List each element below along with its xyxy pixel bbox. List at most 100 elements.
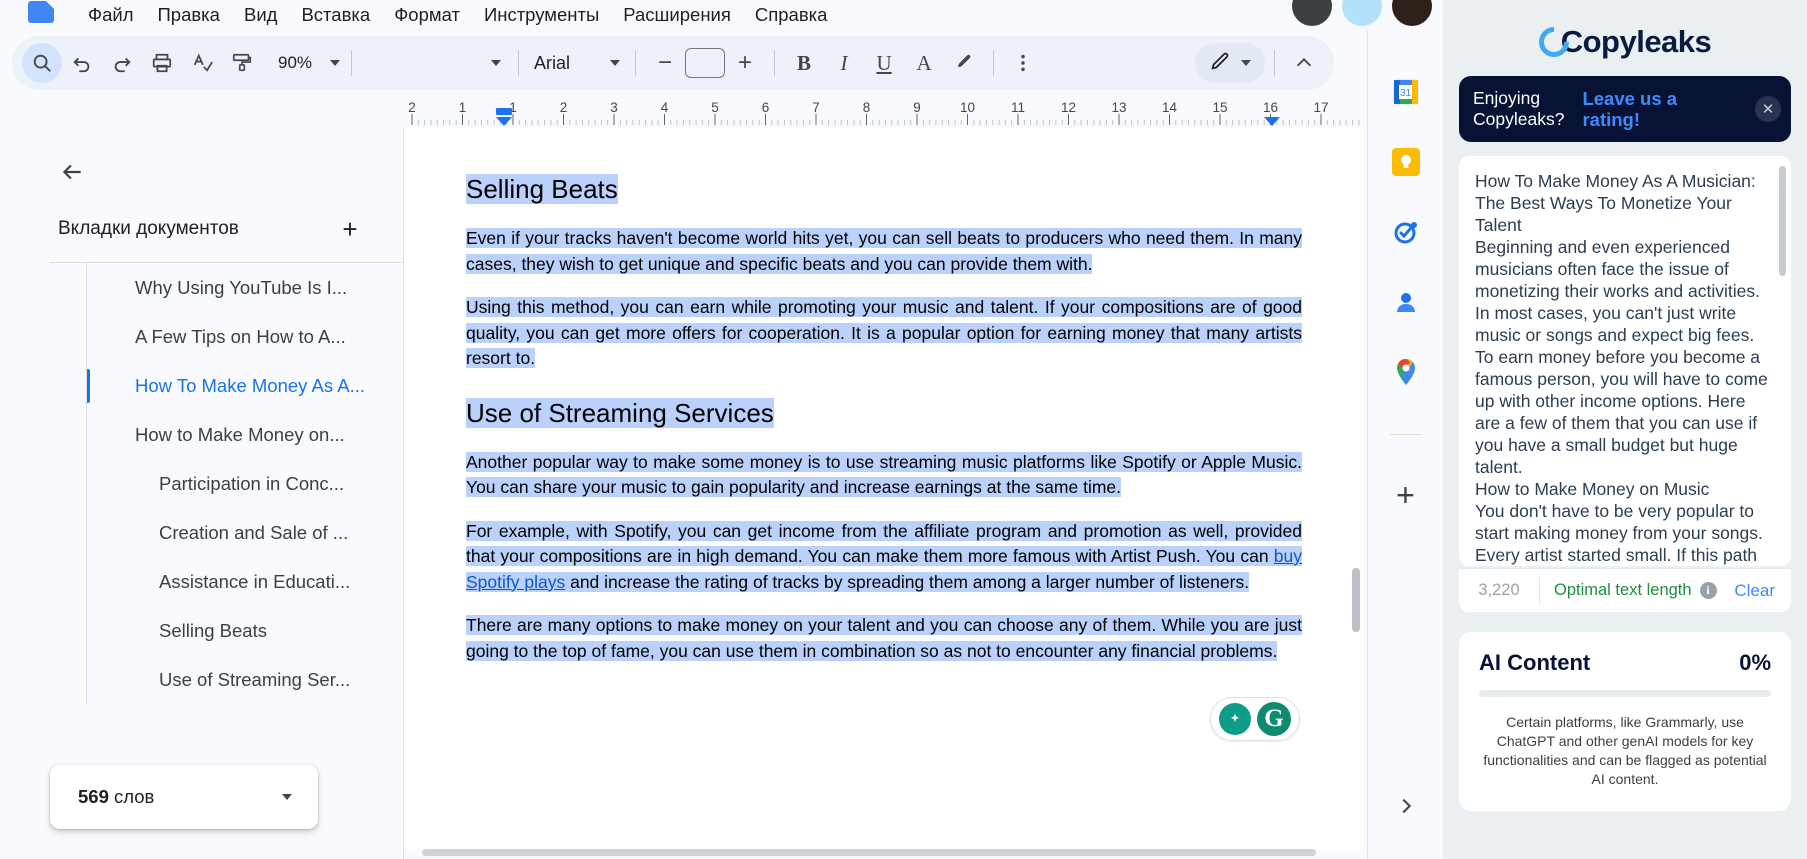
document-horizontal-scrollbar[interactable] bbox=[404, 847, 1364, 857]
grammarly-widget[interactable]: G bbox=[1210, 697, 1300, 741]
document-tab-label: Selling Beats bbox=[159, 619, 267, 641]
doc-paragraph-with-link: For example, with Spotify, you can get i… bbox=[466, 519, 1302, 596]
google-contacts-icon[interactable] bbox=[1388, 284, 1424, 320]
font-family-selector[interactable]: Arial bbox=[528, 45, 626, 81]
ruler-tick-label: 16 bbox=[1262, 100, 1279, 115]
divider bbox=[774, 50, 776, 76]
three-dots-vertical-icon[interactable] bbox=[1003, 43, 1043, 83]
document-tab-item[interactable]: Why Using YouTube Is I... bbox=[87, 263, 403, 312]
document-tabs-title: Вкладки документов bbox=[58, 218, 239, 239]
avatar[interactable] bbox=[1292, 0, 1332, 26]
document-tab-item[interactable]: Selling Beats bbox=[87, 606, 403, 655]
document-vertical-scrollbar[interactable] bbox=[1352, 568, 1360, 632]
doc-paragraph: Another popular way to make some money i… bbox=[466, 450, 1302, 501]
document-tab-label: Assistance in Educati... bbox=[159, 570, 351, 592]
collaborator-avatars bbox=[1292, 0, 1432, 26]
copyleaks-textbox-scrollbar[interactable] bbox=[1779, 166, 1786, 276]
menu-tools[interactable]: Инструменты bbox=[472, 3, 611, 27]
redo-icon[interactable] bbox=[102, 43, 142, 83]
copyleaks-text-input[interactable]: How To Make Money As A Musician: The Bes… bbox=[1459, 156, 1791, 566]
document-canvas[interactable]: Selling Beats Even if your tracks haven'… bbox=[404, 128, 1364, 849]
menu-edit[interactable]: Правка bbox=[145, 3, 232, 27]
spellcheck-icon[interactable] bbox=[182, 43, 222, 83]
paragraph-text: For example, with Spotify, you can get i… bbox=[466, 520, 1302, 567]
font-family-value: Arial bbox=[534, 52, 571, 73]
ruler-tick-label: 4 bbox=[660, 100, 669, 115]
menu-insert[interactable]: Вставка bbox=[289, 3, 382, 27]
increase-font-size-button[interactable]: + bbox=[725, 43, 765, 83]
google-docs-logo bbox=[28, 1, 54, 23]
ruler-tick-label: 9 bbox=[913, 100, 921, 115]
horizontal-ruler[interactable]: 2 1 1 2 3 4 5 6 7 8 9 10 11 12 13 14 15 16 17 bbox=[404, 100, 1364, 126]
document-tab-item[interactable]: How To Make Money As A... bbox=[87, 361, 403, 410]
document-tab-item[interactable]: Use of Streaming Ser... bbox=[87, 655, 403, 704]
word-count-chip[interactable]: 569 слов bbox=[50, 765, 318, 829]
paint-format-icon[interactable] bbox=[222, 43, 262, 83]
divider bbox=[518, 50, 520, 76]
first-line-indent-marker[interactable] bbox=[496, 108, 512, 115]
italic-button[interactable]: I bbox=[824, 43, 864, 83]
undo-icon[interactable] bbox=[62, 43, 102, 83]
ruler-tick-label: 8 bbox=[862, 100, 871, 115]
ruler-tick-label: 12 bbox=[1060, 100, 1077, 115]
paragraph-text: and increase the rating of tracks by spr… bbox=[565, 571, 1250, 592]
close-icon[interactable]: ✕ bbox=[1755, 96, 1781, 122]
back-arrow-icon[interactable] bbox=[50, 150, 94, 194]
document-page[interactable]: Selling Beats Even if your tracks haven'… bbox=[404, 128, 1364, 664]
avatar[interactable] bbox=[1342, 0, 1382, 26]
right-indent-marker[interactable] bbox=[1264, 117, 1280, 126]
font-size-input[interactable] bbox=[685, 48, 726, 78]
svg-text:31: 31 bbox=[1399, 88, 1411, 99]
chevron-down-icon bbox=[491, 60, 502, 66]
add-addon-plus-icon[interactable]: + bbox=[1396, 479, 1415, 511]
google-calendar-icon[interactable]: 31 bbox=[1388, 74, 1424, 110]
document-tab-label: How to Make Money on... bbox=[135, 423, 345, 445]
bold-button[interactable]: B bbox=[784, 43, 824, 83]
document-tab-item[interactable]: Creation and Sale of ... bbox=[87, 508, 403, 557]
add-tab-plus-icon[interactable]: + bbox=[333, 212, 367, 246]
decrease-font-size-button[interactable]: − bbox=[645, 43, 685, 83]
doc-heading-selling-beats: Selling Beats bbox=[466, 172, 1302, 206]
google-keep-icon[interactable] bbox=[1388, 144, 1424, 180]
collapse-toolbar-button[interactable] bbox=[1284, 43, 1324, 83]
menu-bar: Файл Правка Вид Вставка Формат Инструмен… bbox=[0, 0, 1443, 30]
zoom-selector[interactable]: 90% bbox=[262, 49, 342, 77]
menu-help[interactable]: Справка bbox=[743, 3, 840, 27]
document-tabs-sidebar: Вкладки документов + Why Using YouTube I… bbox=[12, 128, 404, 859]
highlighter-icon[interactable] bbox=[944, 43, 984, 83]
ruler-tick-label: 2 bbox=[559, 100, 568, 115]
document-tab-label: Why Using YouTube Is I... bbox=[135, 276, 348, 298]
ruler-tick-label: 5 bbox=[711, 100, 719, 115]
rating-banner-cta[interactable]: Leave us a rating! bbox=[1582, 88, 1677, 130]
chevron-down-icon bbox=[610, 60, 621, 66]
menu-file[interactable]: Файл bbox=[76, 3, 145, 27]
document-tab-item[interactable]: Participation in Conc... bbox=[87, 459, 403, 508]
document-tab-item[interactable]: A Few Tips on How to A... bbox=[87, 312, 403, 361]
info-icon[interactable]: i bbox=[1699, 582, 1717, 599]
underline-label: U bbox=[876, 50, 892, 75]
avatar[interactable] bbox=[1392, 0, 1432, 26]
clear-button[interactable]: Clear bbox=[1734, 581, 1791, 601]
underline-button[interactable]: U bbox=[864, 43, 904, 83]
rating-banner-question: Enjoying Copyleaks? bbox=[1473, 88, 1565, 129]
document-tab-label: A Few Tips on How to A... bbox=[135, 325, 346, 347]
left-indent-marker[interactable] bbox=[496, 117, 512, 126]
menu-extensions[interactable]: Расширения bbox=[611, 3, 743, 27]
print-icon[interactable] bbox=[142, 43, 182, 83]
grammarly-suggestion-bulb-icon[interactable] bbox=[1219, 703, 1251, 735]
editing-mode-selector[interactable] bbox=[1195, 43, 1265, 83]
grammarly-g-icon[interactable]: G bbox=[1257, 702, 1291, 736]
document-tab-item[interactable]: How to Make Money on... bbox=[87, 410, 403, 459]
menu-view[interactable]: Вид bbox=[232, 3, 289, 27]
paragraph-style-selector[interactable] bbox=[361, 45, 509, 81]
chevron-down-icon bbox=[1241, 60, 1251, 66]
text-color-button[interactable]: A bbox=[904, 43, 944, 83]
google-tasks-icon[interactable] bbox=[1388, 214, 1424, 250]
google-maps-icon[interactable] bbox=[1388, 354, 1424, 390]
document-tab-label: Participation in Conc... bbox=[159, 472, 345, 494]
document-tab-label: Use of Streaming Ser... bbox=[159, 668, 351, 690]
expand-side-panel-chevron-right-icon[interactable] bbox=[1389, 789, 1423, 823]
document-tab-item[interactable]: Assistance in Educati... bbox=[87, 557, 403, 606]
search-icon[interactable] bbox=[22, 43, 62, 83]
menu-format[interactable]: Формат bbox=[382, 3, 472, 27]
